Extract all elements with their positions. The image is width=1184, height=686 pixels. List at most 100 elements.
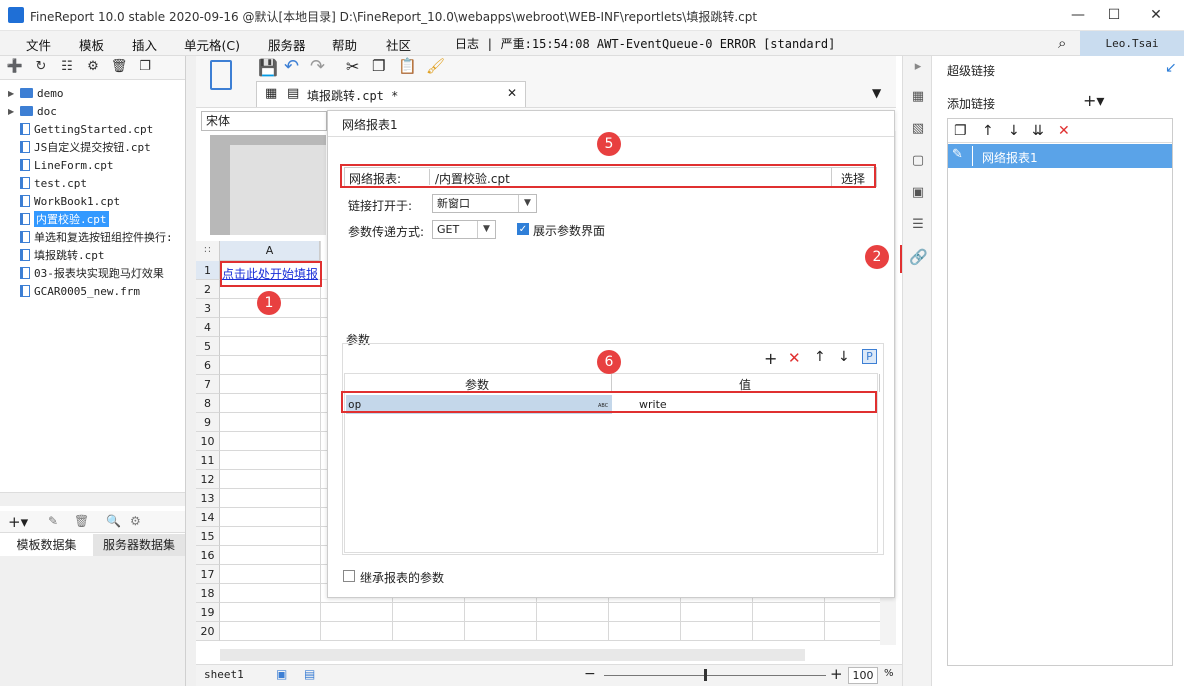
zoom-out-icon[interactable]: − [584,666,596,682]
save-icon[interactable]: 💾 [258,58,278,77]
row-header[interactable]: 6 [196,356,220,375]
sheet-tab[interactable]: sheet1 [204,668,244,681]
copy-cells-icon[interactable]: ❐ [372,57,385,75]
row-header[interactable]: 13 [196,489,220,508]
move-link-up-icon[interactable]: ↑ [982,122,994,140]
row-header[interactable]: 20 [196,622,220,641]
tree-item[interactable]: ▶ doc [8,102,57,120]
row-header[interactable]: 1 [196,261,220,280]
delete-link-icon[interactable]: ✕ [1058,122,1070,140]
row-header[interactable]: 3 [196,299,220,318]
row-header[interactable]: 9 [196,413,220,432]
minimize-button[interactable]: — [1060,4,1096,26]
cell-attribute-icon[interactable]: ▧ [909,120,927,138]
add-dataset-icon[interactable]: +▾ [8,513,28,531]
row-header[interactable]: 11 [196,451,220,470]
select-all-icon[interactable]: ∷ [196,241,220,261]
row-header[interactable]: 19 [196,603,220,622]
row-header[interactable]: 4 [196,318,220,337]
add-form-sheet-icon[interactable]: ▤ [304,667,315,681]
row-header[interactable]: 10 [196,432,220,451]
tree-item[interactable]: LineForm.cpt [8,156,113,174]
widget-settings-icon[interactable]: ▣ [909,184,927,202]
tree-item[interactable]: ▶ demo [8,84,64,102]
preview-icon[interactable]: 🔍 [106,514,121,528]
tree-item[interactable]: 单选和复选按钮组控件换行: [8,228,173,246]
dataset-settings-icon[interactable]: ⚙ [130,514,141,528]
row-header[interactable]: 16 [196,546,220,565]
row-header[interactable]: 18 [196,584,220,603]
row-header[interactable]: 8 [196,394,220,413]
panel-splitter[interactable] [186,56,196,686]
undo-icon[interactable]: ↶ [284,56,299,77]
sort-icon[interactable]: ⇊ [1032,122,1044,140]
show-param-checkbox[interactable]: ✓ [517,223,529,235]
cut-icon[interactable]: ✂ [346,57,359,76]
properties-icon[interactable]: ☷ [58,59,76,77]
add-link-button[interactable]: +▾ [1083,91,1104,110]
toolbar-menu-icon[interactable]: ▼ [872,86,881,100]
copy-link-icon[interactable]: ❐ [954,122,967,140]
menu-cell[interactable]: 单元格(C) [184,35,240,54]
tree-item[interactable]: test.cpt [8,174,87,192]
expand-arrow-icon[interactable]: ▶ [8,107,16,116]
row-header[interactable]: 5 [196,337,220,356]
tree-scrollbar[interactable] [0,492,185,506]
open-in-select[interactable]: 新窗口 ▼ [432,194,537,213]
edit-icon[interactable]: ✎ [48,514,58,528]
row-header[interactable]: 15 [196,527,220,546]
format-brush-icon[interactable]: 🖌 [426,57,445,75]
new-folder-icon[interactable]: ➕ [6,59,24,77]
add-param-icon[interactable]: + [764,349,777,368]
add-sheet-icon[interactable]: ▣ [276,667,287,681]
param-method-select[interactable]: GET ▼ [432,220,496,239]
condition-attribute-icon[interactable]: ☰ [909,216,927,234]
delete-param-icon[interactable]: ✕ [788,349,801,367]
expand-arrow-icon[interactable]: ▶ [8,89,16,98]
tree-item[interactable]: 内置校验.cpt [8,210,109,228]
menu-insert[interactable]: 插入 [132,35,157,54]
menu-server[interactable]: 服务器 [268,35,306,54]
tree-item[interactable]: WorkBook1.cpt [8,192,120,210]
copy-icon[interactable]: ❐ [136,59,154,77]
tree-item[interactable]: GCAR0005_new.frm [8,282,140,300]
float-element-icon[interactable]: ▢ [909,152,927,170]
menu-template[interactable]: 模板 [79,35,104,54]
horizontal-scrollbar[interactable] [220,649,805,661]
tree-item[interactable]: JS自定义提交按钮.cpt [8,138,151,156]
tab-server-dataset[interactable]: 服务器数据集 [93,534,185,556]
tree-item[interactable]: 填报跳转.cpt [8,246,105,264]
zoom-slider-thumb[interactable] [704,669,707,681]
link-item[interactable]: ✎ 网络报表1 [948,144,1172,168]
dock-icon[interactable]: ↙ [1165,60,1177,76]
search-icon[interactable]: ⌕ [1058,34,1066,52]
move-down-icon[interactable]: ↓ [838,349,850,365]
cell-element-icon[interactable]: ▦ [909,88,927,106]
zoom-slider[interactable] [604,675,826,676]
paste-icon[interactable]: 📋 [398,57,417,75]
close-button[interactable]: ✕ [1138,4,1174,26]
menu-community[interactable]: 社区 [386,35,411,54]
delete-icon[interactable]: 🗑 [110,59,128,77]
collapse-panel-icon[interactable]: ▸ [909,58,927,76]
tree-item[interactable]: GettingStarted.cpt [8,120,153,138]
user-name[interactable]: Leo.Tsai [1080,31,1184,56]
menu-file[interactable]: 文件 [26,35,51,54]
maximize-button[interactable]: ☐ [1096,4,1132,26]
edit-pencil-icon[interactable]: ✎ [952,147,963,162]
log-status[interactable]: 日志 | 严重:15:54:08 AWT-EventQueue-0 ERROR … [455,35,835,52]
tree-item[interactable]: 03-报表块实现跑马灯效果 [8,264,164,282]
settings-icon[interactable]: ⚙ [84,59,102,77]
trash-icon[interactable]: 🗑 [74,514,89,528]
inherit-params-checkbox[interactable] [343,570,355,582]
font-family-select[interactable]: 宋体 [201,111,327,131]
row-header[interactable]: 12 [196,470,220,489]
menu-help[interactable]: 帮助 [332,35,357,54]
template-tab[interactable]: ▦ ▤ 填报跳转.cpt * ✕ [256,81,526,107]
move-up-icon[interactable]: ↑ [814,349,826,365]
column-header-a[interactable]: A [220,241,320,261]
refresh-icon[interactable]: ↻ [32,59,50,77]
tab-close-icon[interactable]: ✕ [507,86,517,100]
param-panel-icon[interactable]: P [862,349,877,364]
move-link-down-icon[interactable]: ↓ [1008,122,1020,140]
